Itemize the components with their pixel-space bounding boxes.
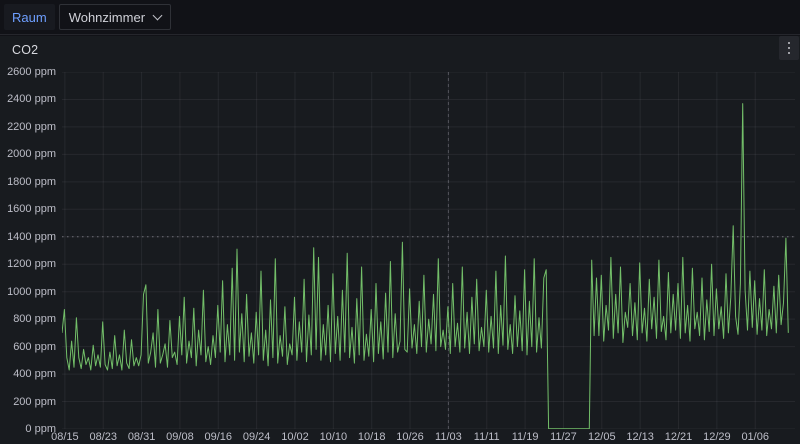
y-axis-tick-label: 2600 ppm (7, 66, 56, 78)
kebab-menu-icon (787, 51, 791, 55)
y-axis-tick-label: 1800 ppm (7, 175, 56, 188)
x-axis-tick-label: 11/27 (550, 431, 577, 443)
x-axis-tick-label: 11/11 (473, 431, 500, 443)
y-axis-tick-label: 2200 ppm (7, 120, 56, 133)
variable-label-text: Raum (12, 9, 47, 25)
chevron-down-icon (152, 10, 163, 20)
y-axis: 0 ppm 200 ppm 400 ppm 600 ppm 800 ppm 1000 pp… (0, 36, 56, 444)
kebab-menu-icon (787, 46, 791, 50)
chart-plot-area[interactable] (61, 71, 795, 430)
y-axis-tick-label: 1200 ppm (7, 258, 56, 271)
y-axis-tick-label: 1400 ppm (7, 230, 56, 243)
variable-label: Raum (4, 4, 55, 30)
x-axis-tick-label: 12/21 (664, 431, 693, 443)
x-axis-tick-label: 08/23 (89, 431, 117, 443)
x-axis-tick-label: 10/26 (396, 431, 424, 443)
x-axis-tick-label: 08/15 (51, 431, 79, 443)
co2-series-line (61, 103, 789, 430)
x-axis: 08/15 08/23 08/31 09/08 09/16 09/24 10/02 10/10… (0, 431, 800, 444)
x-axis-tick-label: 09/16 (204, 431, 233, 443)
x-axis-tick-label: 01/06 (741, 431, 769, 443)
y-axis-tick-label: 2400 ppm (7, 93, 56, 106)
y-axis-tick-label: 1600 ppm (7, 203, 56, 216)
co2-panel: CO2 0 ppm 200 ppm 400 ppm 600 ppm 800 ppm 100… (0, 36, 800, 444)
kebab-menu-icon (787, 41, 791, 45)
y-axis-tick-label: 2000 ppm (7, 148, 56, 161)
y-axis-tick-label: 200 ppm (13, 395, 56, 408)
panel-menu-button[interactable] (779, 36, 799, 60)
room-variable-dropdown[interactable]: Wohnzimmer (58, 4, 172, 30)
y-axis-tick-label: 400 ppm (13, 368, 56, 381)
x-axis-tick-label: 10/10 (319, 431, 348, 443)
x-axis-tick-label: 10/02 (281, 431, 309, 443)
y-axis-tick-label: 1000 ppm (7, 285, 56, 298)
x-axis-tick-label: 08/31 (127, 431, 156, 443)
x-axis-tick-label: 10/18 (357, 431, 386, 443)
x-axis-tick-label: 12/13 (626, 431, 654, 443)
variable-value-text: Wohnzimmer (68, 9, 146, 25)
x-axis-tick-label: 12/29 (703, 431, 731, 443)
x-axis-tick-label: 09/24 (242, 431, 271, 443)
x-axis-tick-label: 11/03 (435, 431, 462, 443)
x-axis-tick-label: 12/05 (588, 431, 616, 443)
panel-header[interactable]: CO2 (0, 36, 800, 64)
variables-toolbar: Raum Wohnzimmer (0, 0, 800, 35)
x-axis-tick-label: 11/19 (511, 431, 539, 443)
co2-timeseries-chart[interactable] (61, 71, 795, 430)
x-axis-tick-label: 09/08 (166, 431, 194, 443)
y-axis-tick-label: 600 ppm (13, 340, 56, 353)
y-axis-tick-label: 800 ppm (13, 313, 56, 326)
